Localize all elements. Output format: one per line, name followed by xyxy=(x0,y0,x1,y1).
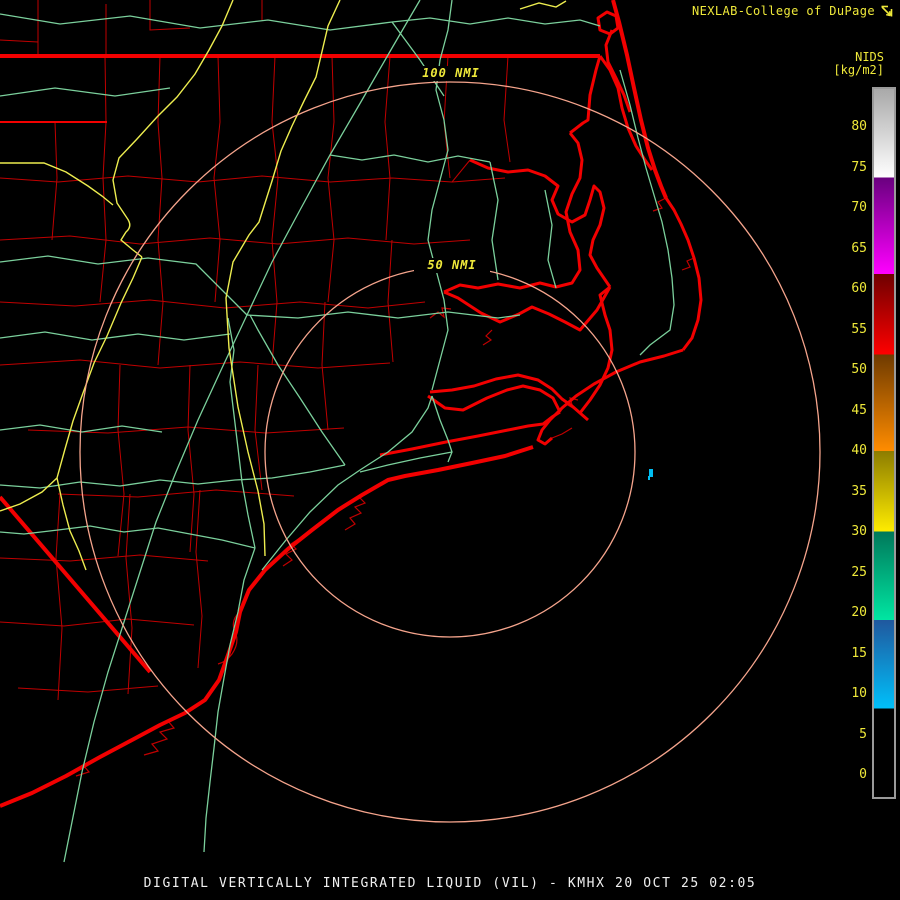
nc-sc-border-line xyxy=(0,495,152,674)
vil-scale-tick: 30 xyxy=(851,524,867,539)
vil-scale-tick: 60 xyxy=(851,281,867,296)
vil-scale-tick: 55 xyxy=(851,321,867,337)
vil-color-gradient xyxy=(874,89,894,797)
roads-yellow xyxy=(0,0,567,571)
vil-scale-tick: 20 xyxy=(851,605,867,620)
coast-detail-lines xyxy=(75,197,695,777)
vil-color-scale-bar xyxy=(872,87,896,799)
attribution-bar: NEXLAB-College of DuPage xyxy=(692,4,893,18)
vil-scale-tick: 80 xyxy=(851,119,867,134)
range-ring-50-label: 50 NMI xyxy=(414,258,490,273)
range-ring-100-label: 100 NMI xyxy=(404,66,498,81)
vil-scale-tick: 10 xyxy=(851,686,867,701)
vil-scale-tick: 15 xyxy=(851,645,867,661)
vil-scale-tick: 0 xyxy=(859,767,867,782)
vil-scale-tick: 70 xyxy=(851,200,867,215)
county-boundaries xyxy=(0,0,511,701)
vil-scale-tick: 45 xyxy=(851,402,867,418)
vil-scale-tick: 25 xyxy=(851,564,867,580)
precip-echo xyxy=(648,476,650,480)
radar-display: 100 NMI 50 NMI NEXLAB-College of DuPage … xyxy=(0,0,900,900)
product-title: DIGITAL VERTICALLY INTEGRATED LIQUID (VI… xyxy=(143,876,757,891)
scale-units-line2: [kg/m2] xyxy=(833,63,884,77)
cod-logo-icon xyxy=(881,5,893,16)
vil-scale-tick: 35 xyxy=(851,483,867,499)
vil-scale-tick: 5 xyxy=(859,726,867,742)
vil-scale-tick: 40 xyxy=(851,443,867,458)
vil-scale-tick: 65 xyxy=(851,240,867,256)
scale-units-label: NIDS [kg/m2] xyxy=(833,51,884,77)
precip-echo-layer xyxy=(648,469,653,480)
attribution-text: NEXLAB-College of DuPage xyxy=(692,4,875,18)
vil-scale-tick: 75 xyxy=(851,159,867,175)
vil-scale-tick: 50 xyxy=(851,362,867,377)
radar-map-canvas xyxy=(0,0,821,863)
precip-echo xyxy=(649,469,653,477)
